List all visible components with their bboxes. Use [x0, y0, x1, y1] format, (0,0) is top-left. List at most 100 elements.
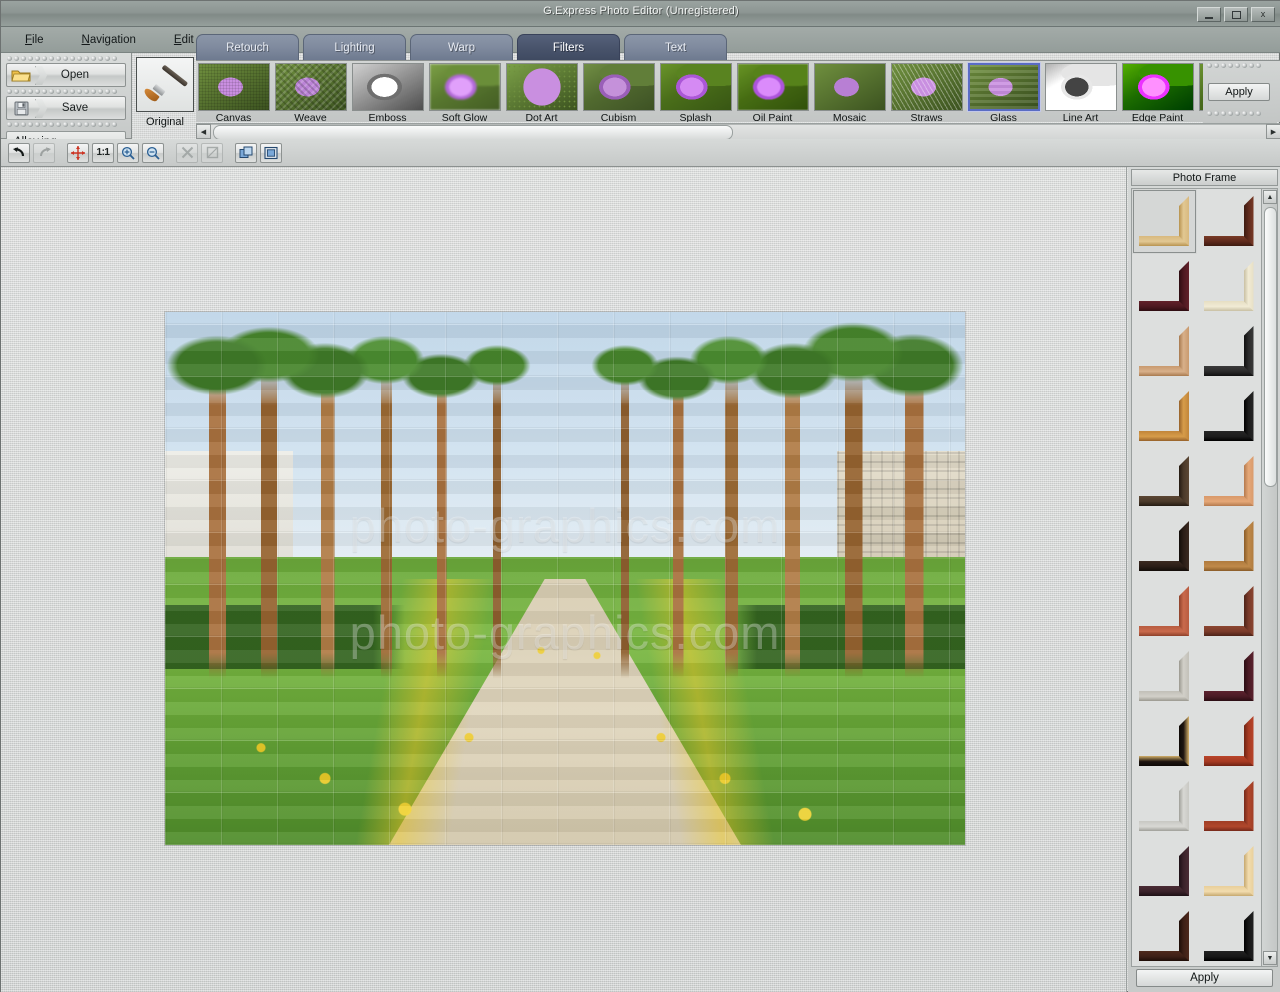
filter-item-soft-glow[interactable]: Soft Glow: [427, 63, 502, 122]
frame-corner-icon: [1204, 716, 1254, 766]
filter-item-emboss[interactable]: Emboss: [350, 63, 425, 122]
flower-preview-image: [738, 64, 808, 110]
scroll-down-arrow-icon[interactable]: ▼: [1263, 951, 1277, 965]
filter-item-mosaic[interactable]: Mosaic: [812, 63, 887, 122]
tab-text[interactable]: Text: [624, 34, 727, 60]
zoom-out-button[interactable]: [142, 143, 164, 163]
scrollbar-thumb[interactable]: [1264, 207, 1277, 487]
frame-swatch-plum-maroon[interactable]: [1197, 644, 1262, 709]
maximize-button[interactable]: [1224, 7, 1248, 22]
filter-item-line-art[interactable]: Line Art: [1043, 63, 1118, 122]
tab-retouch[interactable]: Retouch: [196, 34, 299, 60]
undo-button[interactable]: [8, 143, 30, 163]
frame-swatch-dark-plum[interactable]: [1132, 839, 1197, 904]
crop-button[interactable]: [201, 143, 223, 163]
frame-swatch-honey-oak[interactable]: [1132, 384, 1197, 449]
image-canvas-area[interactable]: photo-graphics.com photo-graphics.com: [1, 167, 1127, 992]
compare-button[interactable]: [235, 143, 257, 163]
menu-item-navigation[interactable]: Navigation: [78, 32, 140, 48]
scroll-up-arrow-icon[interactable]: ▲: [1263, 190, 1277, 204]
filter-item-straws[interactable]: Straws: [889, 63, 964, 122]
frame-swatch-gold-on-black[interactable]: [1132, 709, 1197, 774]
frame-swatch-dark-walnut[interactable]: [1197, 189, 1262, 254]
minimize-icon: [1205, 17, 1213, 19]
minimize-button[interactable]: [1197, 7, 1221, 22]
filter-thumbnail-strip[interactable]: CanvasWeaveEmbossSoft GlowDot ArtCubismS…: [196, 60, 1280, 122]
filter-item-edge-paint[interactable]: Edge Paint: [1120, 63, 1195, 122]
tab-lighting[interactable]: Lighting: [303, 34, 406, 60]
apply-filter-button[interactable]: Apply: [1208, 83, 1270, 101]
edited-photo[interactable]: photo-graphics.com photo-graphics.com: [165, 312, 965, 845]
filter-item-canvas[interactable]: Canvas: [196, 63, 271, 122]
frame-corner-icon: [1139, 586, 1189, 636]
filter-item-oil-paint[interactable]: Oil Paint: [735, 63, 810, 122]
menu-item-edit[interactable]: Edit: [170, 32, 198, 48]
tab-filters[interactable]: Filters: [517, 34, 620, 60]
frame-swatch-rosewood-dot[interactable]: [1197, 579, 1262, 644]
filter-thumbnail: [429, 63, 501, 111]
flower-preview-image: [584, 64, 654, 110]
photo-frame-list-wrapper: ▲ ▼: [1131, 188, 1278, 967]
scroll-left-arrow-icon[interactable]: ◀: [196, 124, 211, 139]
tab-warp[interactable]: Warp: [410, 34, 513, 60]
frame-swatch-red-mahogany[interactable]: [1197, 709, 1262, 774]
original-preview[interactable]: Original: [134, 57, 196, 137]
frame-swatch-terracotta[interactable]: [1132, 579, 1197, 644]
frame-swatch-pewter-silver[interactable]: [1132, 644, 1197, 709]
photo-frame-scrollbar[interactable]: ▲ ▼: [1261, 188, 1278, 967]
filter-thumbnail: [1122, 63, 1194, 111]
menu-item-file[interactable]: File: [21, 32, 48, 48]
delete-button[interactable]: [176, 143, 198, 163]
filter-item-cubism[interactable]: Cubism: [581, 63, 656, 122]
frame-swatch-sand-beige[interactable]: [1132, 319, 1197, 384]
close-button[interactable]: x: [1251, 7, 1275, 22]
actual-size-button[interactable]: 1:1: [92, 143, 114, 163]
frame-swatch-dark-speckle[interactable]: [1132, 904, 1197, 967]
filter-item-dot-art[interactable]: Dot Art: [504, 63, 579, 122]
frame-swatch-peach-wood[interactable]: [1197, 449, 1262, 514]
frame-swatch-speckled-black[interactable]: [1197, 384, 1262, 449]
frame-corner-icon: [1139, 716, 1189, 766]
frame-corner-icon: [1204, 261, 1254, 311]
original-preview-label: Original: [134, 116, 196, 128]
scrollbar-thumb[interactable]: [213, 125, 733, 140]
flower-preview-image: [276, 64, 346, 110]
frame-corner-icon: [1204, 781, 1254, 831]
filter-thumbnail: [1045, 63, 1117, 111]
frame-swatch-silver-grey[interactable]: [1132, 774, 1197, 839]
filter-strip-scrollbar[interactable]: ◀ ▶: [196, 123, 1280, 139]
redo-button[interactable]: [33, 143, 55, 163]
frame-swatch-deep-burgundy[interactable]: [1132, 254, 1197, 319]
frame-corner-icon: [1204, 456, 1254, 506]
frame-swatch-pale-gold[interactable]: [1197, 839, 1262, 904]
frame-swatch-brick-red[interactable]: [1197, 774, 1262, 839]
frame-swatch-ivory-cream[interactable]: [1197, 254, 1262, 319]
photo-frame-list[interactable]: [1131, 188, 1261, 967]
scrollbar-track[interactable]: [211, 124, 1266, 139]
frame-corner-icon: [1204, 846, 1254, 896]
frame-swatch-charcoal-black[interactable]: [1197, 319, 1262, 384]
frame-corner-icon: [1139, 326, 1189, 376]
open-button[interactable]: Open: [6, 63, 126, 87]
pan-button[interactable]: [67, 143, 89, 163]
fit-window-button[interactable]: [260, 143, 282, 163]
frame-corner-icon: [1204, 911, 1254, 961]
frame-swatch-black-inlay[interactable]: [1197, 904, 1262, 967]
scroll-right-arrow-icon[interactable]: ▶: [1266, 124, 1280, 139]
filter-label: Oil Paint: [735, 112, 810, 122]
filter-item-glass[interactable]: Glass: [966, 63, 1041, 122]
title-bar: G.Express Photo Editor (Unregistered) x: [1, 1, 1280, 27]
frame-corner-icon: [1204, 521, 1254, 571]
apply-frame-button[interactable]: Apply: [1136, 969, 1273, 987]
frame-swatch-cork-texture[interactable]: [1197, 514, 1262, 579]
filter-item-weave[interactable]: Weave: [273, 63, 348, 122]
one-to-one-icon: 1:1: [97, 147, 110, 158]
zoom-in-button[interactable]: [117, 143, 139, 163]
photo-frame-title: Photo Frame: [1131, 169, 1278, 186]
filter-item-splash[interactable]: Splash: [658, 63, 733, 122]
frame-swatch-ebony-gilt[interactable]: [1132, 514, 1197, 579]
frame-corner-icon: [1204, 326, 1254, 376]
frame-swatch-striped-brown[interactable]: [1132, 449, 1197, 514]
frame-swatch-light-maple[interactable]: [1132, 189, 1197, 254]
save-button[interactable]: Save: [6, 96, 126, 120]
